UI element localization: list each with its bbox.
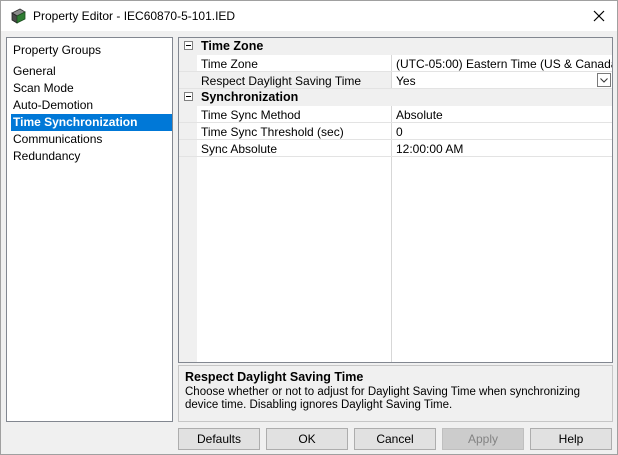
property-row-time-sync-method[interactable]: Time Sync Method Absolute [179,106,612,123]
collapse-icon[interactable] [184,92,193,101]
category-synchronization[interactable]: Synchronization [179,89,612,106]
close-button[interactable] [581,1,617,31]
category-label: Synchronization [201,90,299,104]
collapse-icon[interactable] [184,41,193,50]
apply-button[interactable]: Apply [442,428,524,450]
defaults-button[interactable]: Defaults [178,428,260,450]
property-value[interactable]: 12:00:00 AM [396,142,463,156]
title-bar[interactable]: Property Editor - IEC60870-5-101.IED [1,1,617,31]
property-row-respect-dst[interactable]: Respect Daylight Saving Time Yes [179,72,612,89]
property-value[interactable]: (UTC-05:00) Eastern Time (US & Canada) [396,57,612,71]
description-title: Respect Daylight Saving Time [185,370,364,384]
window-title: Property Editor - IEC60870-5-101.IED [33,9,236,23]
property-name: Respect Daylight Saving Time [201,74,362,88]
property-groups-list: General Scan Mode Auto-Demotion Time Syn… [11,63,172,165]
property-row-sync-absolute[interactable]: Sync Absolute 12:00:00 AM [179,140,612,157]
property-editor-window: Property Editor - IEC60870-5-101.IED Pro… [0,0,618,455]
property-groups-panel: Property Groups General Scan Mode Auto-D… [6,37,173,422]
sidebar-item-general[interactable]: General [11,63,172,80]
sidebar-item-redundancy[interactable]: Redundancy [11,148,172,165]
description-panel: Respect Daylight Saving Time Choose whet… [178,365,613,422]
property-value[interactable]: Absolute [396,108,443,122]
dropdown-button[interactable] [597,73,611,87]
close-icon [593,10,605,22]
property-name: Sync Absolute [201,142,278,156]
category-label: Time Zone [201,39,264,53]
property-row-time-zone[interactable]: Time Zone (UTC-05:00) Eastern Time (US &… [179,55,612,72]
property-value[interactable]: 0 [396,125,403,139]
description-text: Choose whether or not to adjust for Dayl… [185,386,581,411]
property-groups-heading: Property Groups [13,43,102,57]
ied-device-icon [11,8,26,24]
category-time-zone[interactable]: Time Zone [179,38,612,55]
sidebar-item-time-synchronization[interactable]: Time Synchronization [11,114,172,131]
help-button[interactable]: Help [530,428,612,450]
ok-button[interactable]: OK [266,428,348,450]
chevron-down-icon [600,77,608,83]
property-name: Time Zone [201,57,258,71]
property-name: Time Sync Method [201,108,301,122]
sidebar-item-communications[interactable]: Communications [11,131,172,148]
sidebar-item-auto-demotion[interactable]: Auto-Demotion [11,97,172,114]
property-value-dropdown[interactable]: Yes [396,74,416,88]
cancel-button[interactable]: Cancel [354,428,436,450]
property-row-time-sync-threshold[interactable]: Time Sync Threshold (sec) 0 [179,123,612,140]
property-name: Time Sync Threshold (sec) [201,125,344,139]
property-grid: Time Zone Time Zone (UTC-05:00) Eastern … [178,37,613,363]
sidebar-item-scan-mode[interactable]: Scan Mode [11,80,172,97]
